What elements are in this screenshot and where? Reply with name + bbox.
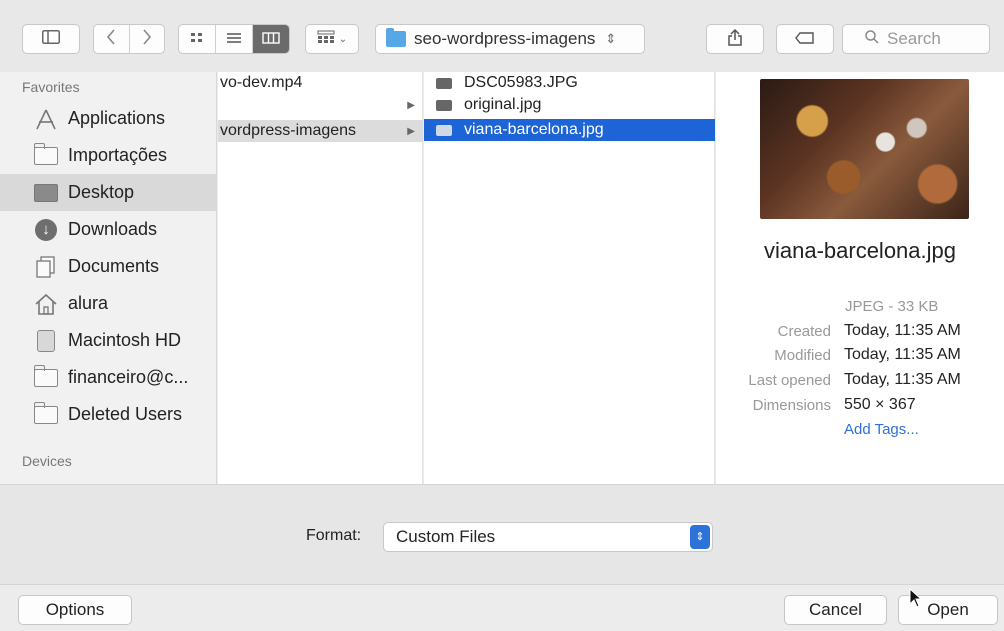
disk-icon <box>37 329 55 352</box>
tag-button[interactable] <box>776 24 834 54</box>
sidebar-icon <box>42 30 60 48</box>
folder-icon <box>386 28 406 47</box>
browser-column-2: DSC05983.JPG original.jpg viana-barcelon… <box>424 72 715 484</box>
list-item-selected-folder[interactable]: vordpress-imagens ▶ <box>218 120 423 142</box>
format-selected-value: Custom Files <box>396 527 496 546</box>
search-icon <box>865 29 879 49</box>
image-file-icon <box>436 99 452 111</box>
list-item[interactable]: DSC05983.JPG <box>424 72 715 94</box>
sidebar-item-financeiro[interactable]: financeiro@c... <box>0 359 216 396</box>
sidebar-item-applications[interactable]: Applications <box>0 100 216 137</box>
share-icon <box>727 28 743 50</box>
search-placeholder: Search <box>887 29 941 48</box>
forward-button[interactable] <box>130 25 165 53</box>
list-view-icon <box>226 31 242 48</box>
sidebar: Favorites Applications Importações Deskt… <box>0 72 217 484</box>
icon-view-icon <box>190 31 204 48</box>
updown-chevron-icon: ⇕ <box>690 525 710 549</box>
preview-filename: viana-barcelona.jpg <box>763 238 957 263</box>
sidebar-item-label: Deleted Users <box>68 404 183 424</box>
sidebar-item-importacoes[interactable]: Importações <box>0 137 216 174</box>
image-file-icon <box>436 77 452 89</box>
list-item[interactable]: original.jpg <box>424 94 715 116</box>
view-mode-group <box>178 24 290 54</box>
disclosure-arrow-icon: ▶ <box>407 125 415 137</box>
meta-label-created: Created <box>777 323 831 340</box>
sidebar-item-label: financeiro@c... <box>68 367 189 387</box>
format-select[interactable]: Custom Files ⇕ <box>383 522 713 552</box>
path-label: seo-wordpress-imagens <box>414 29 596 48</box>
forward-icon <box>142 29 152 49</box>
arrange-button[interactable]: ⌄ <box>305 24 359 54</box>
sidebar-toggle-button[interactable] <box>22 24 80 54</box>
meta-value-last-opened: Today, 11:35 AM <box>844 371 961 388</box>
downloads-icon: ↓ <box>35 218 57 241</box>
home-icon <box>34 293 58 315</box>
chevron-down-icon: ⌄ <box>338 33 348 45</box>
meta-value-dimensions: 550 × 367 <box>844 396 916 413</box>
sidebar-item-macintosh-hd[interactable]: Macintosh HD <box>0 322 216 359</box>
sidebar-item-alura[interactable]: alura <box>0 285 216 322</box>
column-view-icon <box>262 31 280 48</box>
disclosure-arrow-icon: ▶ <box>407 99 415 111</box>
meta-label-modified: Modified <box>774 347 831 364</box>
tag-icon <box>795 31 815 48</box>
icon-view-button[interactable] <box>179 25 216 53</box>
list-item[interactable]: vo-dev.mp4 <box>218 72 423 94</box>
cancel-button[interactable]: Cancel <box>784 595 887 625</box>
sidebar-item-label: Macintosh HD <box>68 330 182 350</box>
image-file-icon <box>436 124 452 136</box>
sidebar-item-label: alura <box>68 293 109 313</box>
options-button[interactable]: Options <box>18 595 132 625</box>
path-popup[interactable]: seo-wordpress-imagens ⇕ <box>375 24 645 54</box>
sidebar-item-label: Downloads <box>68 219 158 239</box>
applications-icon <box>34 109 58 129</box>
preview-thumbnail <box>760 79 969 219</box>
sidebar-item-documents[interactable]: Documents <box>0 248 216 285</box>
meta-value-created: Today, 11:35 AM <box>844 322 961 339</box>
folder-icon <box>33 142 58 165</box>
preview-kind: JPEG - 33 KB <box>845 298 939 315</box>
sidebar-item-label: Documents <box>68 256 160 276</box>
back-icon <box>106 29 116 49</box>
arrange-icon <box>317 30 335 48</box>
folder-icon <box>33 364 58 387</box>
desktop-icon <box>34 183 58 202</box>
column-view-button[interactable] <box>253 25 289 53</box>
sidebar-item-label: Importações <box>68 145 168 165</box>
meta-label-last-opened: Last opened <box>748 372 831 389</box>
list-item[interactable]: ▶ <box>218 94 423 116</box>
documents-icon <box>34 255 58 278</box>
search-input[interactable]: Search <box>842 24 990 54</box>
browser-column-1: vo-dev.mp4 ▶ vordpress-imagens ▶ <box>218 72 423 484</box>
list-view-button[interactable] <box>216 25 253 53</box>
add-tags-link[interactable]: Add Tags... <box>844 421 919 438</box>
sidebar-item-deleted-users[interactable]: Deleted Users <box>0 396 216 433</box>
sidebar-item-label: Applications <box>68 108 166 128</box>
favorites-heading: Favorites <box>22 79 80 95</box>
sidebar-item-label: Desktop <box>68 182 135 202</box>
meta-value-modified: Today, 11:35 AM <box>844 346 961 363</box>
folder-icon <box>33 401 58 424</box>
format-label: Format: <box>306 527 362 544</box>
mouse-cursor-icon <box>909 587 923 614</box>
list-item-selected-file[interactable]: viana-barcelona.jpg <box>424 119 715 141</box>
updown-chevron-icon: ⇕ <box>605 31 617 46</box>
toolbar: ⌄ seo-wordpress-imagens ⇕ Search <box>0 0 1004 72</box>
back-forward-group <box>93 24 165 54</box>
devices-heading: Devices <box>22 453 72 469</box>
sidebar-item-downloads[interactable]: ↓ Downloads <box>0 211 216 248</box>
sidebar-item-desktop[interactable]: Desktop <box>0 174 216 211</box>
back-button[interactable] <box>94 25 130 53</box>
share-button[interactable] <box>706 24 764 54</box>
meta-label-dimensions: Dimensions <box>752 397 831 414</box>
